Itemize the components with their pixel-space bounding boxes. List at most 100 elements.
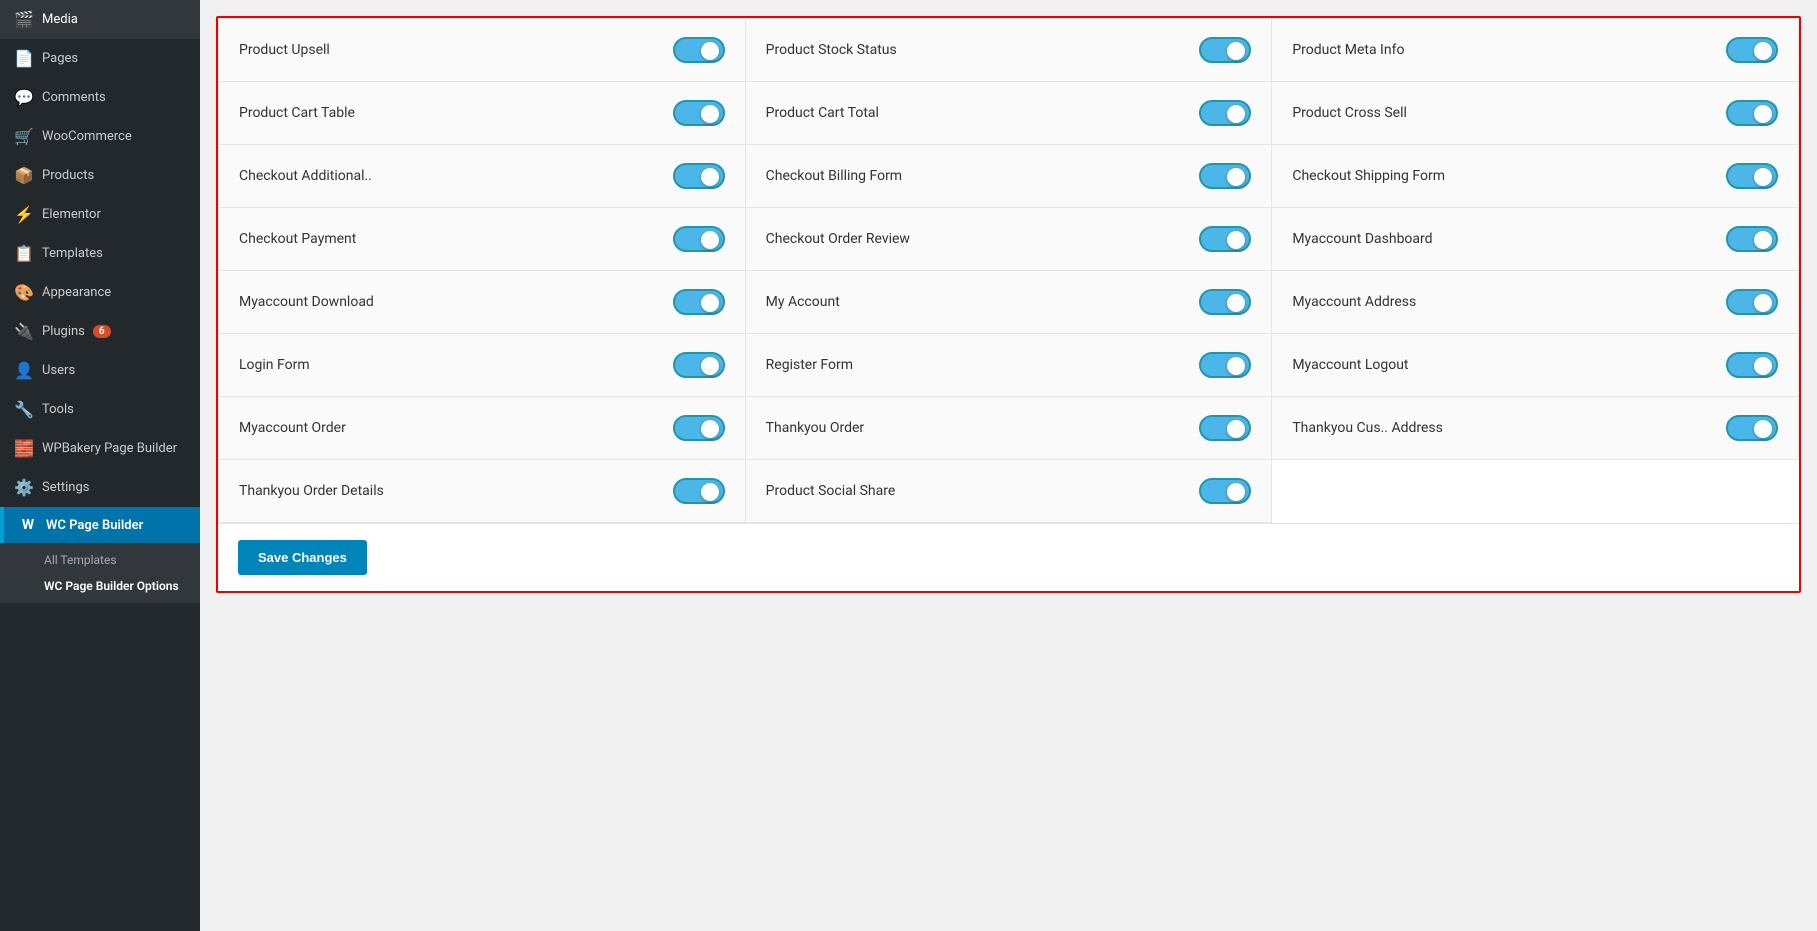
sidebar-item-wpbakery[interactable]: 🧱 WPBakery Page Builder <box>0 429 200 468</box>
toggle-cell-product-cart-total: Product Cart Total <box>746 82 1273 145</box>
appearance-icon: 🎨 <box>14 283 34 302</box>
save-changes-button[interactable]: Save Changes <box>238 540 367 575</box>
toggle-switch-myaccount-download[interactable] <box>673 289 725 315</box>
toggle-switch-thankyou-cus-address[interactable] <box>1726 415 1778 441</box>
toggle-label-product-cart-table: Product Cart Table <box>239 105 355 121</box>
toggle-switch-checkout-shipping-form[interactable] <box>1726 163 1778 189</box>
toggle-label-product-meta-info: Product Meta Info <box>1292 42 1404 58</box>
toggle-cell-product-stock-status: Product Stock Status <box>746 19 1273 82</box>
toggle-cell-myaccount-dashboard: Myaccount Dashboard <box>1272 208 1799 271</box>
toggle-label-product-cart-total: Product Cart Total <box>766 105 879 121</box>
sidebar-item-elementor[interactable]: ⚡ Elementor <box>0 195 200 234</box>
toggle-cell-thankyou-cus-address: Thankyou Cus.. Address <box>1272 397 1799 460</box>
woocommerce-icon: 🛒 <box>14 127 34 146</box>
sidebar-item-appearance[interactable]: 🎨 Appearance <box>0 273 200 312</box>
sidebar-item-label: Settings <box>42 480 89 495</box>
sidebar-item-users[interactable]: 👤 Users <box>0 351 200 390</box>
toggle-switch-checkout-billing-form[interactable] <box>1199 163 1251 189</box>
toggle-grid: Product UpsellProduct Stock StatusProduc… <box>218 18 1799 523</box>
sidebar-item-plugins[interactable]: 🔌 Plugins 6 <box>0 312 200 351</box>
toggle-label-myaccount-order: Myaccount Order <box>239 420 346 436</box>
sidebar-item-label: Comments <box>42 90 106 105</box>
plugins-icon: 🔌 <box>14 322 34 341</box>
toggle-switch-myaccount-address[interactable] <box>1726 289 1778 315</box>
sidebar-item-label: Appearance <box>42 285 111 300</box>
sidebar-item-pages[interactable]: 📄 Pages <box>0 39 200 78</box>
content-area: Product UpsellProduct Stock StatusProduc… <box>200 0 1817 931</box>
sidebar-submenu: All Templates WC Page Builder Options <box>0 543 200 603</box>
sidebar-item-wcpagebuilder[interactable]: W WC Page Builder <box>0 507 200 543</box>
toggle-switch-my-account[interactable] <box>1199 289 1251 315</box>
main-content: Product UpsellProduct Stock StatusProduc… <box>200 0 1817 931</box>
toggle-label-myaccount-logout: Myaccount Logout <box>1292 357 1408 373</box>
sidebar: 🎬 Media 📄 Pages 💬 Comments 🛒 WooCommerce… <box>0 0 200 931</box>
sidebar-item-label: Users <box>42 363 75 378</box>
toggle-switch-thankyou-order-details[interactable] <box>673 478 725 504</box>
toggle-label-register-form: Register Form <box>766 357 853 373</box>
sidebar-item-label: WC Page Builder <box>46 518 143 533</box>
toggle-cell-checkout-additional: Checkout Additional.. <box>219 145 746 208</box>
toggle-cell-my-account: My Account <box>746 271 1273 334</box>
toggle-label-thankyou-cus-address: Thankyou Cus.. Address <box>1292 420 1443 436</box>
sidebar-item-products[interactable]: 📦 Products <box>0 156 200 195</box>
settings-icon: ⚙️ <box>14 478 34 497</box>
toggle-label-thankyou-order-details: Thankyou Order Details <box>239 483 384 499</box>
toggle-label-checkout-billing-form: Checkout Billing Form <box>766 168 902 184</box>
toggle-switch-product-cross-sell[interactable] <box>1726 100 1778 126</box>
toggle-switch-myaccount-order[interactable] <box>673 415 725 441</box>
toggle-switch-product-cart-total[interactable] <box>1199 100 1251 126</box>
sidebar-item-label: Products <box>42 168 94 183</box>
toggle-cell-login-form: Login Form <box>219 334 746 397</box>
wcpagebuilder-icon: W <box>18 517 38 533</box>
toggle-label-myaccount-download: Myaccount Download <box>239 294 374 310</box>
toggle-label-checkout-shipping-form: Checkout Shipping Form <box>1292 168 1445 184</box>
toggle-switch-myaccount-dashboard[interactable] <box>1726 226 1778 252</box>
media-icon: 🎬 <box>14 10 34 29</box>
sidebar-item-woocommerce[interactable]: 🛒 WooCommerce <box>0 117 200 156</box>
sidebar-item-settings[interactable]: ⚙️ Settings <box>0 468 200 507</box>
sidebar-item-templates[interactable]: 📋 Templates <box>0 234 200 273</box>
elementor-icon: ⚡ <box>14 205 34 224</box>
submenu-wc-options[interactable]: WC Page Builder Options <box>34 573 200 599</box>
pages-icon: 📄 <box>14 49 34 68</box>
toggle-switch-myaccount-logout[interactable] <box>1726 352 1778 378</box>
toggle-cell-checkout-order-review: Checkout Order Review <box>746 208 1273 271</box>
toggle-label-myaccount-dashboard: Myaccount Dashboard <box>1292 231 1432 247</box>
toggle-switch-checkout-order-review[interactable] <box>1199 226 1251 252</box>
toggle-switch-checkout-additional[interactable] <box>673 163 725 189</box>
toggle-switch-product-cart-table[interactable] <box>673 100 725 126</box>
toggle-cell-checkout-billing-form: Checkout Billing Form <box>746 145 1273 208</box>
sidebar-item-media[interactable]: 🎬 Media <box>0 0 200 39</box>
toggle-switch-product-upsell[interactable] <box>673 37 725 63</box>
toggle-label-login-form: Login Form <box>239 357 310 373</box>
toggle-cell-product-cart-table: Product Cart Table <box>219 82 746 145</box>
sidebar-item-label: Tools <box>42 402 74 417</box>
wpbakery-icon: 🧱 <box>14 439 34 458</box>
toggle-cell-myaccount-order: Myaccount Order <box>219 397 746 460</box>
options-box: Product UpsellProduct Stock StatusProduc… <box>216 16 1801 593</box>
save-area: Save Changes <box>218 523 1799 591</box>
toggle-cell-myaccount-address: Myaccount Address <box>1272 271 1799 334</box>
toggle-switch-product-social-share[interactable] <box>1199 478 1251 504</box>
toggle-label-checkout-payment: Checkout Payment <box>239 231 356 247</box>
comments-icon: 💬 <box>14 88 34 107</box>
toggle-cell-product-cross-sell: Product Cross Sell <box>1272 82 1799 145</box>
submenu-all-templates[interactable]: All Templates <box>34 547 200 573</box>
toggle-switch-thankyou-order[interactable] <box>1199 415 1251 441</box>
toggle-cell-checkout-shipping-form: Checkout Shipping Form <box>1272 145 1799 208</box>
toggle-label-product-social-share: Product Social Share <box>766 483 896 499</box>
toggle-label-product-cross-sell: Product Cross Sell <box>1292 105 1407 121</box>
toggle-switch-login-form[interactable] <box>673 352 725 378</box>
toggle-switch-product-meta-info[interactable] <box>1726 37 1778 63</box>
toggle-switch-product-stock-status[interactable] <box>1199 37 1251 63</box>
toggle-cell-myaccount-logout: Myaccount Logout <box>1272 334 1799 397</box>
sidebar-item-label: Plugins <box>42 324 85 339</box>
sidebar-item-comments[interactable]: 💬 Comments <box>0 78 200 117</box>
toggle-switch-checkout-payment[interactable] <box>673 226 725 252</box>
toggle-label-thankyou-order: Thankyou Order <box>766 420 865 436</box>
sidebar-item-label: Templates <box>42 246 103 261</box>
toggle-switch-register-form[interactable] <box>1199 352 1251 378</box>
toggle-cell-thankyou-order: Thankyou Order <box>746 397 1273 460</box>
sidebar-item-tools[interactable]: 🔧 Tools <box>0 390 200 429</box>
tools-icon: 🔧 <box>14 400 34 419</box>
